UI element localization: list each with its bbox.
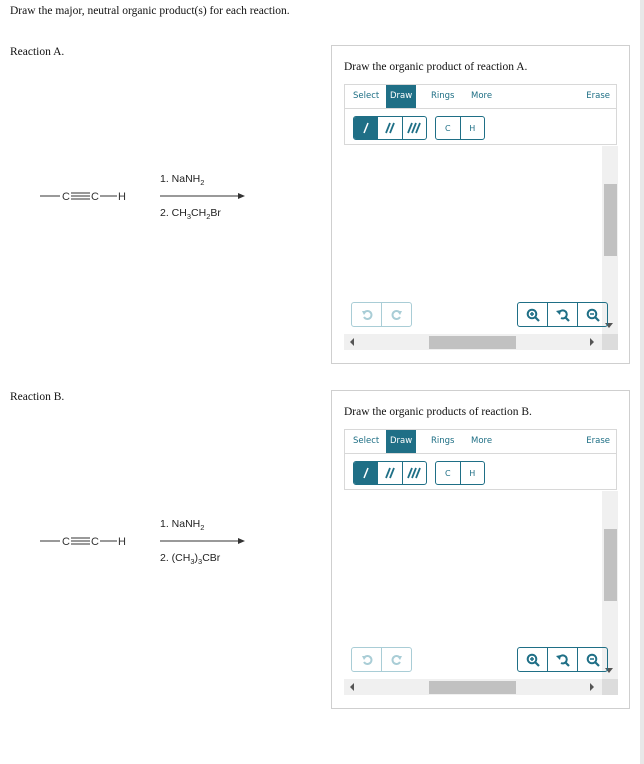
redo-icon (391, 309, 402, 320)
panel-title: Draw the organic product of reaction A. (344, 61, 528, 73)
scroll-left-arrow-icon[interactable] (350, 338, 354, 346)
atom-h: H (118, 191, 126, 203)
vertical-scroll-thumb[interactable] (604, 184, 617, 256)
reagent-2: 2. CH3CH2Br (160, 207, 221, 222)
panel-title: Draw the organic products of reaction B. (344, 406, 532, 418)
redo-button[interactable] (382, 648, 411, 671)
tab-draw[interactable]: Draw (386, 430, 417, 453)
tab-draw[interactable]: Draw (386, 85, 417, 108)
zoom-out-button[interactable] (578, 648, 607, 671)
scroll-right-arrow-icon[interactable] (590, 683, 594, 691)
reset-zoom-button[interactable] (548, 648, 578, 671)
zoom-tools (517, 647, 608, 672)
double-bond-icon (385, 467, 395, 479)
undo-icon (361, 309, 372, 320)
single-bond-button[interactable] (354, 117, 379, 139)
zoom-out-icon (586, 308, 600, 322)
erase-button[interactable]: Erase (582, 430, 614, 452)
reactant-structure: C C H (40, 191, 245, 203)
triple-bond-icon (407, 122, 422, 134)
single-bond-icon (362, 467, 369, 479)
reactant-structure: C C H (40, 536, 245, 548)
reagent-1: 1. NaNH2 (160, 518, 205, 533)
hydrogen-atom-button[interactable]: H (461, 462, 485, 484)
scroll-left-arrow-icon[interactable] (350, 683, 354, 691)
arrowhead (238, 193, 245, 199)
reset-zoom-icon (555, 653, 570, 667)
tab-select[interactable]: Select (349, 85, 383, 107)
reagent-1: 1. NaNH2 (160, 173, 205, 188)
erase-button[interactable]: Erase (582, 85, 614, 107)
double-bond-icon (385, 122, 395, 134)
carbon-atom-button[interactable]: C (436, 462, 461, 484)
canvas-horizontal-scrollbar[interactable] (344, 679, 602, 695)
drawing-panel-a: Draw the organic product of reaction A. … (331, 45, 630, 364)
zoom-tools (517, 302, 608, 327)
tab-select[interactable]: Select (349, 430, 383, 452)
vertical-scroll-thumb[interactable] (604, 529, 617, 601)
triple-bond-button[interactable] (403, 462, 426, 484)
double-bond-button[interactable] (378, 462, 403, 484)
tab-more[interactable]: More (467, 85, 496, 107)
canvas-horizontal-scrollbar[interactable] (344, 334, 602, 350)
bond-tools (353, 461, 427, 485)
undo-button[interactable] (352, 648, 382, 671)
tab-rings[interactable]: Rings (427, 430, 458, 452)
zoom-in-button[interactable] (518, 303, 548, 326)
toolbox: Select Draw Rings More Erase C H (344, 429, 617, 490)
double-bond-button[interactable] (378, 117, 403, 139)
arrowhead (238, 538, 245, 544)
single-bond-button[interactable] (354, 462, 379, 484)
atom-tools: C H (435, 116, 485, 140)
bond-tools (353, 116, 427, 140)
atom-c2: C (91, 536, 99, 548)
undo-button[interactable] (352, 303, 382, 326)
reset-zoom-icon (555, 308, 570, 322)
zoom-in-icon (526, 653, 540, 667)
history-tools (351, 647, 412, 672)
scroll-corner (602, 679, 618, 695)
history-tools (351, 302, 412, 327)
reaction-a-scheme: C C H 1. NaNH2 2. CH3CH2Br (38, 168, 258, 228)
scroll-right-arrow-icon[interactable] (590, 338, 594, 346)
carbon-atom-button[interactable]: C (436, 117, 461, 139)
triple-bond-button[interactable] (403, 117, 426, 139)
reaction-a-label: Reaction A. (10, 46, 65, 58)
zoom-in-button[interactable] (518, 648, 548, 671)
zoom-in-icon (526, 308, 540, 322)
atom-c1: C (62, 191, 70, 203)
zoom-out-icon (586, 653, 600, 667)
single-bond-icon (362, 122, 369, 134)
drawing-panel-b: Draw the organic products of reaction B.… (331, 390, 630, 709)
redo-icon (391, 654, 402, 665)
reaction-b-scheme: C C H 1. NaNH2 2. (CH3)3CBr (38, 513, 258, 573)
horizontal-scroll-thumb[interactable] (429, 681, 516, 694)
hydrogen-atom-button[interactable]: H (461, 117, 485, 139)
zoom-out-button[interactable] (578, 303, 607, 326)
triple-bond-icon (407, 467, 422, 479)
scroll-corner (602, 334, 618, 350)
atom-tools: C H (435, 461, 485, 485)
horizontal-scroll-thumb[interactable] (429, 336, 516, 349)
atom-c2: C (91, 191, 99, 203)
reaction-b-label: Reaction B. (10, 391, 65, 403)
instructions: Draw the major, neutral organic product(… (10, 5, 290, 17)
toolbox: Select Draw Rings More Erase C H (344, 84, 617, 145)
toolbar-tabs: Select Draw Rings More Erase (345, 430, 616, 454)
reset-zoom-button[interactable] (548, 303, 578, 326)
tab-rings[interactable]: Rings (427, 85, 458, 107)
page-scrollbar[interactable] (640, 0, 644, 764)
tab-more[interactable]: More (467, 430, 496, 452)
atom-c1: C (62, 536, 70, 548)
redo-button[interactable] (382, 303, 411, 326)
atom-h: H (118, 536, 126, 548)
undo-icon (361, 654, 372, 665)
reagent-2: 2. (CH3)3CBr (160, 552, 221, 567)
toolbar-tabs: Select Draw Rings More Erase (345, 85, 616, 109)
